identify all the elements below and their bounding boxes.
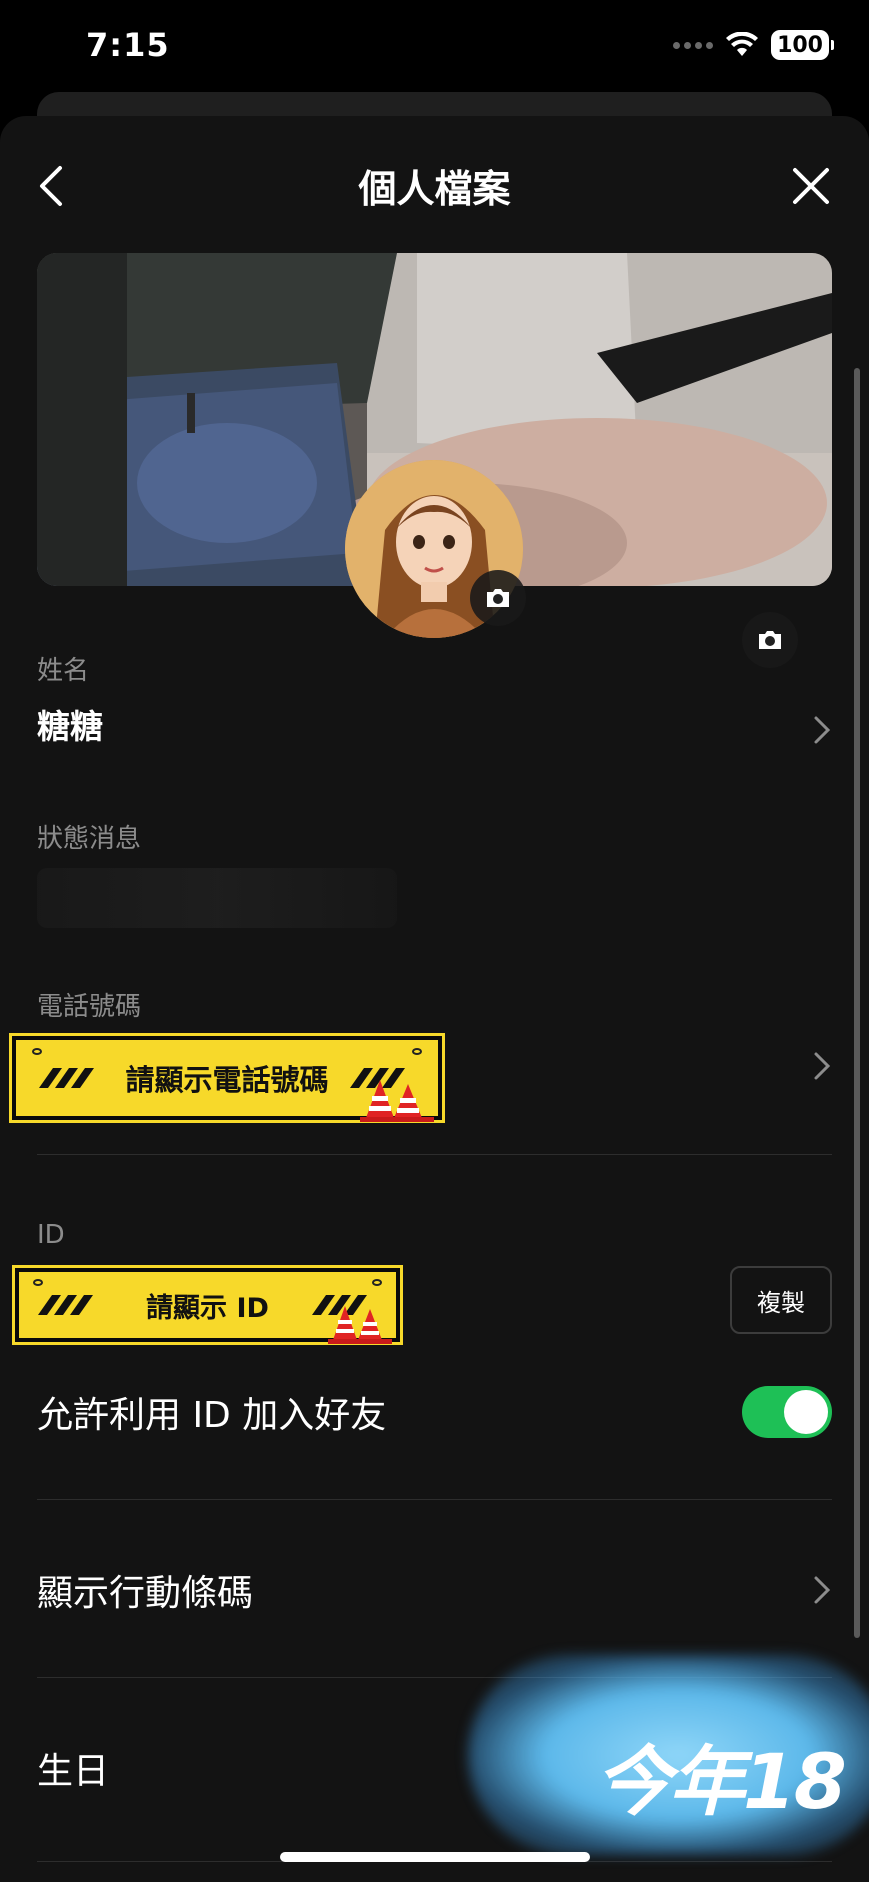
status-bar: 7:15 100 — [0, 0, 869, 100]
page-title: 個人檔案 — [358, 167, 511, 211]
close-icon[interactable] — [781, 156, 841, 216]
id-sticker-text: 請顯示 ID — [146, 1292, 269, 1324]
chevron-right-icon[interactable] — [811, 1572, 833, 1608]
traffic-cone-icon — [360, 1080, 434, 1122]
allow-id-toggle[interactable] — [742, 1386, 832, 1438]
birthday-overlay-text: 今年18 — [595, 1737, 847, 1826]
divider — [37, 1499, 832, 1500]
battery-indicator: 100 — [771, 30, 834, 60]
barcode-label[interactable]: 顯示行動條碼 — [37, 1564, 253, 1616]
phone-sticker: 請顯示電話號碼 — [12, 1036, 442, 1122]
camera-icon — [487, 589, 509, 607]
allow-id-label: 允許利用 ID 加入好友 — [37, 1395, 387, 1436]
id-label: ID — [37, 1220, 65, 1250]
profile-sheet: 個人檔案 姓名 糖糖 狀態消息 電話號碼 請顯示電話號碼 ID 請顯示 ID 複… — [0, 116, 869, 1882]
traffic-cone-icon — [328, 1306, 392, 1344]
cellular-signal-icon — [673, 41, 714, 49]
copy-id-button[interactable]: 複製 — [730, 1266, 832, 1334]
name-label: 姓名 — [37, 656, 90, 686]
toggle-knob — [784, 1390, 828, 1434]
status-indicators: 100 — [673, 30, 834, 60]
home-indicator[interactable] — [280, 1852, 590, 1862]
name-value[interactable]: 糖糖 — [37, 700, 103, 748]
wifi-icon — [726, 32, 759, 56]
phone-label: 電話號碼 — [37, 992, 142, 1022]
cover-camera-button[interactable] — [742, 612, 798, 668]
status-time: 7:15 — [86, 26, 170, 64]
scrollbar[interactable] — [854, 368, 860, 1638]
chevron-right-icon[interactable] — [811, 1048, 833, 1084]
id-sticker: 請顯示 ID — [15, 1268, 400, 1344]
camera-icon — [759, 631, 781, 649]
birthday-label[interactable]: 生日 — [37, 1742, 109, 1794]
status-message-value[interactable] — [37, 868, 397, 928]
phone-sticker-text: 請顯示電話號碼 — [125, 1063, 329, 1097]
divider — [37, 1154, 832, 1155]
chevron-right-icon[interactable] — [811, 712, 833, 748]
avatar-camera-button[interactable] — [470, 570, 526, 626]
status-message-label: 狀態消息 — [37, 824, 142, 854]
